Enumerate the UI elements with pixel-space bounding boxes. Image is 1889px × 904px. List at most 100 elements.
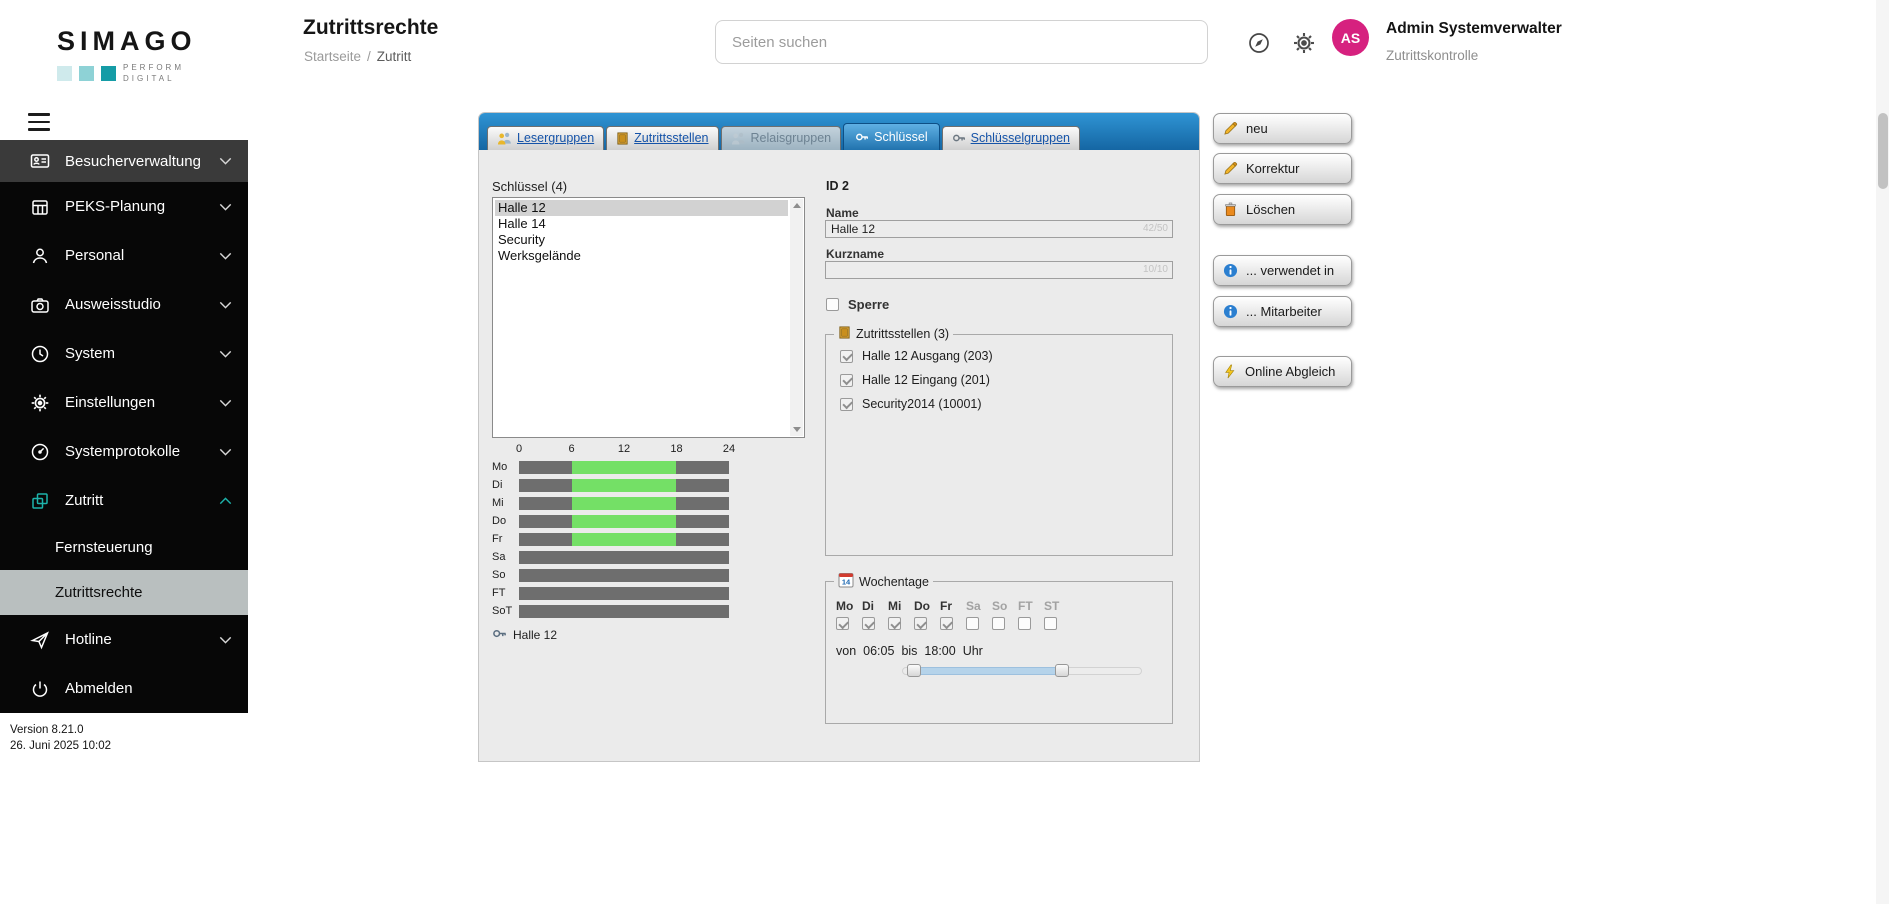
breadcrumb-home[interactable]: Startseite	[304, 49, 361, 64]
key-list[interactable]: Halle 12 Halle 14 Security Werksgelände	[492, 197, 805, 438]
app-version: Version 8.21.0 26. Juni 2025 10:02	[10, 723, 111, 754]
slider-handle-end[interactable]	[1055, 664, 1069, 677]
sidebar-item-zutritt[interactable]: Zutritt	[0, 476, 248, 525]
weekday-column: Di	[862, 599, 888, 630]
weekday-label: ST	[1044, 599, 1060, 613]
sidebar-item-peks-planung[interactable]: PEKS-Planung	[0, 182, 248, 231]
sidebar-subitem-fernsteuerung[interactable]: Fernsteuerung	[0, 525, 248, 570]
chevron-down-icon	[219, 350, 232, 358]
power-icon	[30, 679, 50, 699]
chart-axis-tick: 18	[670, 443, 683, 455]
sidebar-subitem-zutrittsrechte[interactable]: Zutrittsrechte	[0, 570, 248, 615]
new-button[interactable]: neu	[1213, 113, 1352, 144]
sperre-field: Sperre	[826, 297, 889, 312]
sperre-checkbox[interactable]	[826, 298, 839, 311]
employees-button[interactable]: ... Mitarbeiter	[1213, 296, 1352, 327]
gear-icon[interactable]	[1292, 31, 1316, 55]
user-name: Admin Systemverwalter	[1386, 20, 1562, 37]
weekday-checkbox[interactable]	[836, 617, 849, 630]
weekday-column: Do	[914, 599, 940, 630]
chart-axis: 0 6 12 18 24	[516, 443, 735, 458]
tab-schluesselgruppen[interactable]: Schlüsselgruppen	[941, 126, 1080, 150]
page-scrollbar[interactable]	[1876, 0, 1889, 904]
scroll-down-icon[interactable]	[790, 423, 803, 436]
sidebar-item-personal[interactable]: Personal	[0, 231, 248, 280]
sidebar-item-hotline[interactable]: Hotline	[0, 615, 248, 664]
station-checkbox[interactable]	[840, 349, 853, 363]
sidebar-item-besucherverwaltung[interactable]: Besucherverwaltung	[0, 140, 248, 182]
weekday-label: Do	[914, 599, 930, 613]
sidebar-item-label: Hotline	[65, 631, 112, 648]
app-logo: SIMAGO PERFORM DIGITAL	[57, 26, 197, 84]
chart-axis-tick: 6	[568, 443, 575, 455]
compass-icon[interactable]	[1247, 31, 1271, 55]
name-input[interactable]	[825, 220, 1173, 238]
key-list-label: Schlüssel (4)	[492, 179, 568, 194]
station-checkbox[interactable]	[840, 397, 853, 411]
sidebar-item-label: PEKS-Planung	[65, 198, 166, 215]
time-von-label: von	[836, 644, 857, 658]
weekday-checkbox[interactable]	[1044, 617, 1057, 630]
chart-rows: Mo Di Mi Do Fr Sa So FT SoT	[492, 458, 729, 620]
slider-fill	[914, 666, 1062, 675]
name-label: Name	[826, 206, 859, 220]
list-item[interactable]: Security	[495, 232, 788, 248]
chart-row: Mo	[492, 458, 729, 476]
logo-square-dark	[101, 65, 116, 81]
door-station-icon	[616, 131, 629, 145]
kurzname-input[interactable]	[825, 261, 1173, 279]
station-checkbox[interactable]	[840, 373, 853, 387]
chart-axis-tick: 24	[722, 443, 736, 455]
tab-lesergruppen[interactable]: Lesergruppen	[487, 126, 605, 150]
list-item[interactable]: Halle 14	[495, 216, 788, 232]
sidebar-item-ausweisstudio[interactable]: Ausweisstudio	[0, 280, 248, 329]
search-input[interactable]	[715, 20, 1208, 64]
door-station-icon	[838, 326, 851, 342]
tab-label: Schlüssel	[874, 130, 928, 144]
record-id: ID 2	[826, 179, 849, 193]
breadcrumb: Startseite / Zutritt	[304, 49, 411, 64]
button-label: Löschen	[1246, 202, 1296, 217]
weekday-checkbox[interactable]	[914, 617, 927, 630]
sidebar-item-label: Abmelden	[65, 680, 133, 697]
sidebar-item-einstellungen[interactable]: Einstellungen	[0, 378, 248, 427]
listbox-scrollbar[interactable]	[790, 199, 803, 436]
station-label: Security2014 (10001)	[862, 397, 982, 411]
tab-schluessel[interactable]: Schlüssel	[843, 123, 940, 150]
weekday-checkbox[interactable]	[862, 617, 875, 630]
slider-handle-start[interactable]	[907, 664, 921, 677]
weekday-checkbox[interactable]	[940, 617, 953, 630]
time-start-value: 06:05	[863, 644, 895, 658]
time-range-slider	[902, 664, 1142, 677]
version-number: Version 8.21.0	[10, 724, 84, 736]
avatar[interactable]: AS	[1332, 19, 1369, 56]
sidebar-item-abmelden[interactable]: Abmelden	[0, 664, 248, 713]
weekday-checkbox[interactable]	[888, 617, 901, 630]
info-icon	[1223, 263, 1238, 278]
chevron-down-icon	[219, 399, 232, 407]
weekday-checkbox[interactable]	[1018, 617, 1031, 630]
delete-button[interactable]: Löschen	[1213, 194, 1352, 225]
planning-icon	[30, 197, 50, 217]
correction-button[interactable]: Korrektur	[1213, 153, 1352, 184]
sidebar-item-label: Ausweisstudio	[65, 296, 161, 313]
tab-zutrittsstellen[interactable]: Zutrittsstellen	[606, 126, 719, 150]
list-item[interactable]: Werksgelände	[495, 248, 788, 264]
main-content: Lesergruppen Zutrittsstellen Relaisgrupp…	[248, 95, 1889, 904]
weekday-checkbox[interactable]	[966, 617, 979, 630]
weekday-column: So	[992, 599, 1018, 630]
sidebar-item-systemprotokolle[interactable]: Systemprotokolle	[0, 427, 248, 476]
menu-toggle-icon[interactable]	[28, 113, 50, 136]
sidebar-item-label: Systemprotokolle	[65, 443, 181, 460]
list-item[interactable]: Halle 12	[495, 200, 788, 216]
chart-axis-tick: 12	[617, 443, 631, 455]
used-in-button[interactable]: ... verwendet in	[1213, 255, 1352, 286]
weekday-checkbox[interactable]	[992, 617, 1005, 630]
scrollbar-thumb[interactable]	[1877, 113, 1888, 189]
sidebar-item-system[interactable]: System	[0, 329, 248, 378]
tab-label: Zutrittsstellen	[634, 131, 709, 145]
kurzname-label: Kurzname	[826, 247, 885, 261]
weekday-label: Mo	[836, 599, 854, 613]
online-sync-button[interactable]: Online Abgleich	[1213, 356, 1352, 387]
scroll-up-icon[interactable]	[790, 199, 803, 212]
